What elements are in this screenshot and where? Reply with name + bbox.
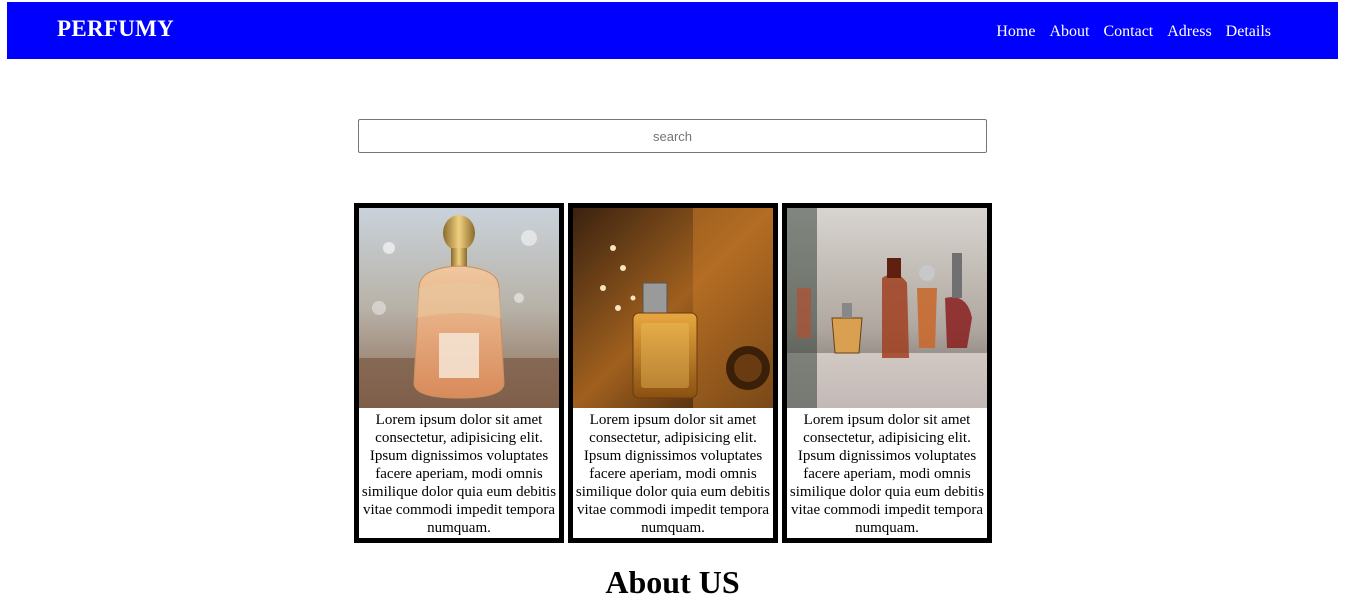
nav-link-adress[interactable]: Adress (1167, 23, 1211, 41)
search-container (358, 119, 987, 153)
nav-link-home[interactable]: Home (996, 23, 1035, 41)
brand-logo[interactable]: PERFUMY (57, 16, 174, 42)
about-heading: About US (605, 564, 740, 600)
card-description: Lorem ipsum dolor sit amet consectetur, … (361, 412, 557, 536)
product-card: Lorem ipsum dolor sit amet consectetur, … (568, 203, 778, 543)
card-description: Lorem ipsum dolor sit amet consectetur, … (575, 412, 771, 536)
perfume-bottle-amber-photo (573, 208, 773, 408)
card-description: Lorem ipsum dolor sit amet consectetur, … (789, 412, 985, 536)
nav-link-about[interactable]: About (1049, 23, 1089, 41)
navbar: PERFUMY Home About Contact Adress Detail… (7, 2, 1338, 59)
nav-links: Home About Contact Adress Details (996, 23, 1271, 41)
perfume-bottle-gold-cap-photo (359, 208, 559, 408)
nav-link-details[interactable]: Details (1226, 23, 1271, 41)
nav-link-contact[interactable]: Contact (1103, 23, 1153, 41)
perfume-bottles-collection-photo (787, 208, 987, 408)
product-card: Lorem ipsum dolor sit amet consectetur, … (354, 203, 564, 543)
product-card: Lorem ipsum dolor sit amet consectetur, … (782, 203, 992, 543)
search-input[interactable] (358, 119, 987, 153)
product-cards: Lorem ipsum dolor sit amet consectetur, … (354, 203, 992, 543)
